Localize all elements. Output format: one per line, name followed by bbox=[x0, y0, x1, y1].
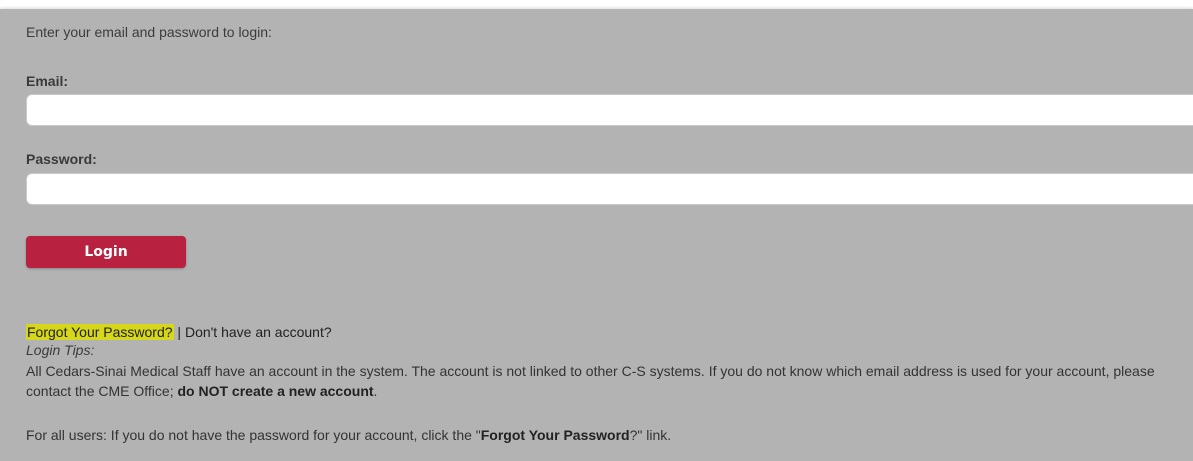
password-label: Password: bbox=[26, 151, 97, 167]
password-tip: For all users: If you do not have the pa… bbox=[26, 427, 671, 443]
password-tip-link-name: Forgot Your Password bbox=[480, 427, 630, 443]
login-tips-text: All Cedars-Sinai Medical Staff have an a… bbox=[26, 361, 1186, 401]
login-panel: Enter your email and password to login: … bbox=[0, 9, 1193, 461]
password-field[interactable] bbox=[26, 173, 1193, 205]
login-button[interactable]: Login bbox=[26, 236, 186, 268]
forgot-password-link[interactable]: Forgot Your Password? bbox=[26, 324, 174, 340]
password-tip-text: For all users: If you do not have the pa… bbox=[26, 427, 481, 443]
email-label: Email: bbox=[26, 73, 69, 89]
tips-warning: do NOT create a new account bbox=[177, 383, 374, 399]
login-tips-heading: Login Tips: bbox=[26, 342, 95, 358]
email-field[interactable] bbox=[26, 94, 1193, 126]
password-tip-text-end: ?" link. bbox=[629, 427, 672, 443]
login-instructions: Enter your email and password to login: bbox=[26, 24, 272, 40]
account-links: Forgot Your Password? | Don't have an ac… bbox=[26, 324, 332, 340]
create-account-link[interactable]: Don't have an account? bbox=[185, 324, 332, 340]
tips-text-end: . bbox=[373, 383, 378, 399]
link-separator: | bbox=[173, 324, 185, 340]
